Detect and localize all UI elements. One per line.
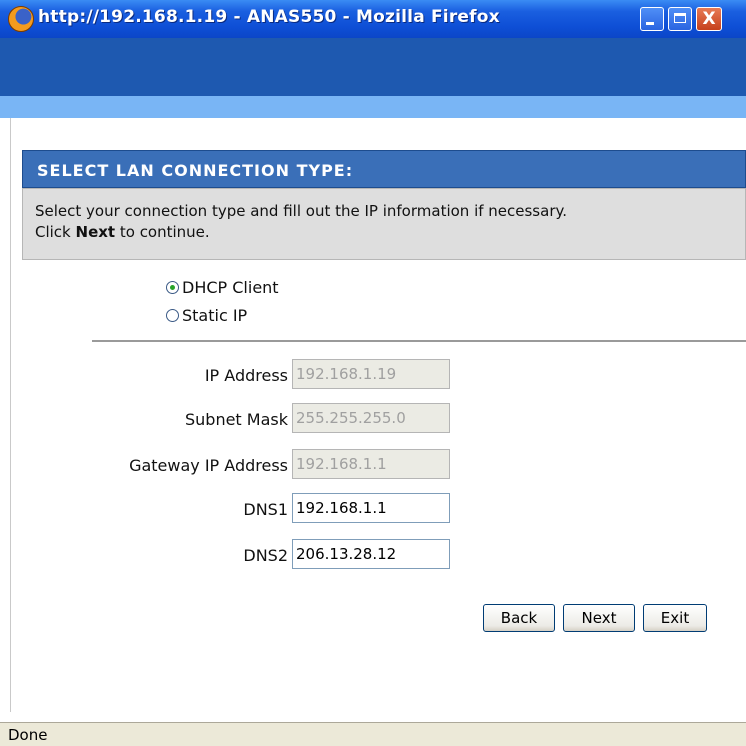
close-glyph: X (702, 9, 716, 29)
subnet-mask-label: Subnet Mask (184, 410, 288, 429)
ip-address-label: IP Address (204, 366, 288, 385)
dns2-label: DNS2 (243, 546, 288, 565)
radio-button-static[interactable] (166, 309, 179, 322)
dns1-field[interactable] (292, 493, 450, 523)
window-title: http://192.168.1.19 - ANAS550 - Mozilla … (38, 7, 500, 27)
gateway-ip-label: Gateway IP Address (129, 456, 288, 475)
close-icon[interactable]: X (696, 7, 722, 31)
description-line-2: Click Next to continue. (35, 222, 745, 243)
exit-button[interactable]: Exit (643, 604, 707, 632)
gateway-ip-field (292, 449, 450, 479)
radio-dhcp-client[interactable]: DHCP Client (166, 278, 279, 297)
dns1-label: DNS1 (243, 500, 288, 519)
section-heading: SELECT LAN CONNECTION TYPE: (22, 150, 746, 188)
ip-address-field (292, 359, 450, 389)
radio-label-dhcp[interactable]: DHCP Client (182, 278, 279, 297)
status-text: Done (8, 726, 48, 744)
radio-label-static[interactable]: Static IP (182, 306, 247, 325)
status-bar: Done (0, 722, 746, 746)
dns2-field[interactable] (292, 539, 450, 569)
minimize-icon[interactable] (640, 7, 664, 31)
description-line-1: Select your connection type and fill out… (35, 202, 567, 220)
next-button[interactable]: Next (563, 604, 635, 632)
section-divider (92, 340, 746, 343)
back-button[interactable]: Back (483, 604, 555, 632)
page-header-band (0, 38, 746, 118)
description-suffix: to continue. (115, 223, 210, 241)
firefox-icon (8, 6, 34, 32)
maximize-icon[interactable] (668, 7, 692, 31)
window-titlebar[interactable]: http://192.168.1.19 - ANAS550 - Mozilla … (0, 0, 746, 38)
section-description: Select your connection type and fill out… (22, 188, 746, 260)
header-stripe (0, 96, 746, 118)
subnet-mask-field (292, 403, 450, 433)
description-bold-next: Next (75, 223, 116, 241)
radio-static-ip[interactable]: Static IP (166, 306, 247, 325)
description-prefix: Click (35, 223, 76, 241)
radio-button-dhcp[interactable] (166, 281, 179, 294)
